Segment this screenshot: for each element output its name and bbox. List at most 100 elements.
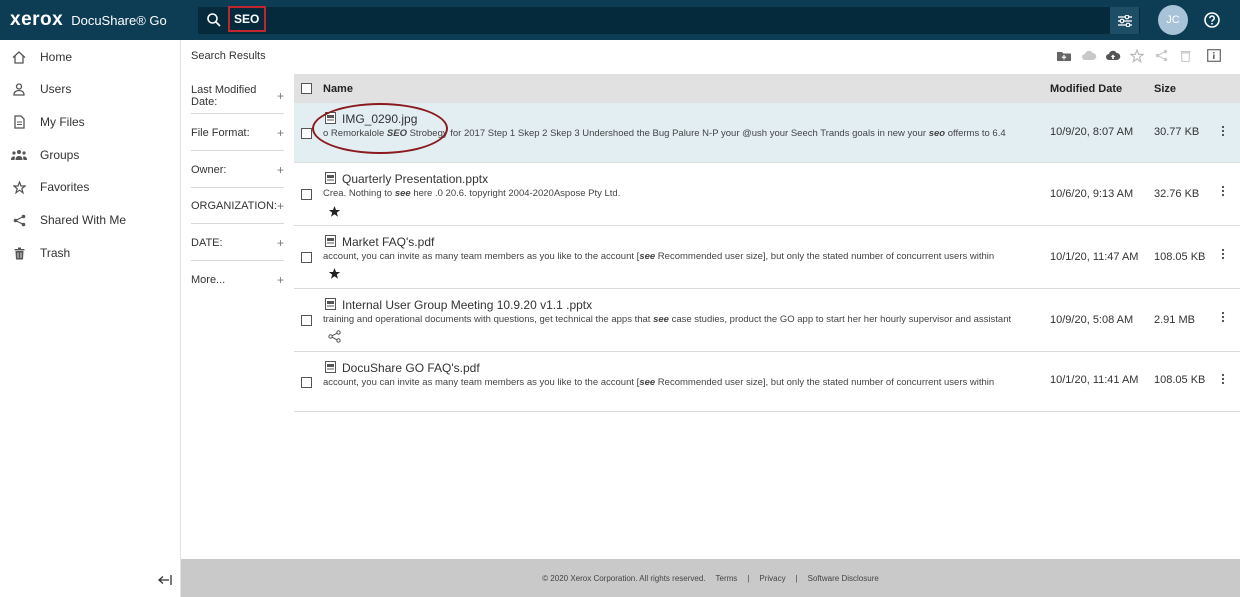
footer-separator: | bbox=[795, 573, 798, 583]
column-header-name[interactable]: Name bbox=[323, 83, 353, 95]
info-panel-icon[interactable] bbox=[1207, 49, 1223, 63]
row-checkbox[interactable] bbox=[301, 252, 312, 263]
search-filter-button[interactable] bbox=[1110, 7, 1139, 34]
row-checkbox[interactable] bbox=[301, 377, 312, 388]
footer-separator: | bbox=[747, 573, 750, 583]
table-row[interactable]: Quarterly Presentation.pptx Crea. Nothin… bbox=[294, 163, 1240, 226]
file-size: 2.91 MB bbox=[1154, 314, 1195, 326]
filter-label: Last Modified Date: bbox=[191, 83, 257, 108]
search-results-title: Search Results bbox=[191, 50, 266, 62]
expand-plus-icon[interactable]: + bbox=[277, 273, 284, 287]
filter-organization[interactable]: ORGANIZATION: + bbox=[191, 188, 284, 224]
file-size: 30.77 KB bbox=[1154, 126, 1200, 138]
more-options-icon[interactable] bbox=[1221, 373, 1225, 385]
file-name-link[interactable]: Internal User Group Meeting 10.9.20 v1.1… bbox=[342, 298, 592, 312]
collapse-sidebar-icon[interactable] bbox=[157, 573, 173, 587]
delete-icon[interactable] bbox=[1180, 49, 1196, 63]
file-type-icon bbox=[325, 361, 336, 373]
column-header-modified-date[interactable]: Modified Date bbox=[1050, 83, 1122, 95]
filter-label: File Format: bbox=[191, 126, 250, 139]
modified-date: 10/9/20, 5:08 AM bbox=[1050, 314, 1134, 326]
sidebar-item-label: Favorites bbox=[40, 180, 90, 194]
filter-file-format[interactable]: File Format: + bbox=[191, 115, 284, 151]
sidebar-item-groups[interactable]: Groups bbox=[0, 139, 180, 171]
favorite-star-icon[interactable] bbox=[328, 267, 342, 281]
file-type-icon bbox=[325, 235, 336, 247]
more-options-icon[interactable] bbox=[1221, 248, 1225, 260]
sidebar-item-shared-with-me[interactable]: Shared With Me bbox=[0, 204, 180, 236]
result-snippet: account, you can invite as many team mem… bbox=[323, 251, 995, 262]
sidebar-item-my-files[interactable]: My Files bbox=[0, 106, 180, 138]
sidebar-item-label: Users bbox=[40, 82, 72, 96]
software-disclosure-link[interactable]: Software Disclosure bbox=[808, 574, 879, 583]
results-table-header: Name Modified Date Size bbox=[294, 74, 1240, 103]
filter-date[interactable]: DATE: + bbox=[191, 225, 284, 261]
file-size: 32.76 KB bbox=[1154, 188, 1200, 200]
top-bar: xerox DocuShare® Go SEO JC bbox=[0, 0, 1240, 40]
sidebar-item-users[interactable]: Users bbox=[0, 73, 180, 105]
star-icon bbox=[11, 179, 27, 195]
modified-date: 10/1/20, 11:47 AM bbox=[1050, 251, 1139, 263]
expand-plus-icon[interactable]: + bbox=[277, 163, 284, 177]
more-options-icon[interactable] bbox=[1221, 125, 1225, 137]
sidebar-item-label: Trash bbox=[40, 246, 71, 260]
select-all-checkbox[interactable] bbox=[301, 83, 312, 94]
table-row[interactable]: DocuShare GO FAQ's.pdf account, you can … bbox=[294, 352, 1240, 412]
file-icon bbox=[11, 114, 27, 130]
share-icon[interactable] bbox=[1155, 49, 1171, 63]
shared-share-icon[interactable] bbox=[328, 330, 342, 344]
home-icon bbox=[11, 49, 27, 65]
cloud-download-icon[interactable] bbox=[1081, 49, 1097, 63]
favorite-star-icon[interactable] bbox=[1130, 49, 1146, 63]
expand-plus-icon[interactable]: + bbox=[277, 236, 284, 250]
filter-last-modified-date[interactable]: Last Modified Date: + bbox=[191, 78, 284, 114]
file-type-icon bbox=[325, 298, 336, 310]
filter-label: Owner: bbox=[191, 163, 227, 176]
brand[interactable]: xerox DocuShare® Go bbox=[10, 0, 167, 40]
expand-plus-icon[interactable]: + bbox=[277, 126, 284, 140]
result-snippet: Crea. Nothing to see here .0 20.6. topyr… bbox=[323, 188, 621, 199]
file-type-icon bbox=[325, 172, 336, 184]
modified-date: 10/1/20, 11:41 AM bbox=[1050, 374, 1139, 386]
sidebar-item-trash[interactable]: Trash bbox=[0, 237, 180, 269]
sidebar-item-label: Shared With Me bbox=[40, 213, 127, 227]
sidebar-item-label: Home bbox=[40, 50, 73, 64]
table-row[interactable]: Internal User Group Meeting 10.9.20 v1.1… bbox=[294, 289, 1240, 352]
table-row[interactable]: Market FAQ's.pdf account, you can invite… bbox=[294, 226, 1240, 289]
favorite-star-icon[interactable] bbox=[328, 205, 342, 219]
annotation-circle bbox=[312, 103, 448, 154]
sidebar-item-favorites[interactable]: Favorites bbox=[0, 171, 180, 203]
terms-link[interactable]: Terms bbox=[716, 574, 738, 583]
file-name-link[interactable]: Quarterly Presentation.pptx bbox=[342, 172, 488, 186]
file-size: 108.05 KB bbox=[1154, 251, 1206, 263]
expand-plus-icon[interactable]: + bbox=[277, 199, 284, 213]
trash-icon bbox=[11, 245, 27, 261]
result-snippet: training and operational documents with … bbox=[323, 314, 1012, 325]
help-icon[interactable] bbox=[1203, 11, 1221, 29]
file-name-link[interactable]: DocuShare GO FAQ's.pdf bbox=[342, 361, 480, 375]
filter-more[interactable]: More... + bbox=[191, 262, 284, 298]
filter-owner[interactable]: Owner: + bbox=[191, 152, 284, 188]
filter-label: More... bbox=[191, 274, 226, 286]
search-input[interactable] bbox=[198, 7, 1140, 34]
file-name-link[interactable]: Market FAQ's.pdf bbox=[342, 235, 434, 249]
row-checkbox[interactable] bbox=[301, 189, 312, 200]
sidebar-item-label: Groups bbox=[40, 148, 80, 162]
column-header-size[interactable]: Size bbox=[1154, 83, 1176, 95]
expand-plus-icon[interactable]: + bbox=[277, 89, 284, 103]
row-checkbox[interactable] bbox=[301, 128, 312, 139]
new-folder-icon[interactable] bbox=[1056, 49, 1072, 63]
user-avatar[interactable]: JC bbox=[1158, 5, 1188, 35]
row-checkbox[interactable] bbox=[301, 315, 312, 326]
search-query-text[interactable]: SEO bbox=[228, 6, 266, 32]
cloud-upload-icon[interactable] bbox=[1105, 49, 1121, 63]
product-name: DocuShare® Go bbox=[71, 12, 167, 28]
copyright-text: © 2020 Xerox Corporation. All rights res… bbox=[542, 573, 706, 583]
search-icon[interactable] bbox=[206, 12, 222, 28]
sidebar-item-label: My Files bbox=[40, 115, 85, 129]
sidebar-item-home[interactable]: Home bbox=[0, 41, 180, 73]
more-options-icon[interactable] bbox=[1221, 311, 1225, 323]
groups-icon bbox=[11, 147, 27, 163]
more-options-icon[interactable] bbox=[1221, 185, 1225, 197]
privacy-link[interactable]: Privacy bbox=[759, 574, 785, 583]
